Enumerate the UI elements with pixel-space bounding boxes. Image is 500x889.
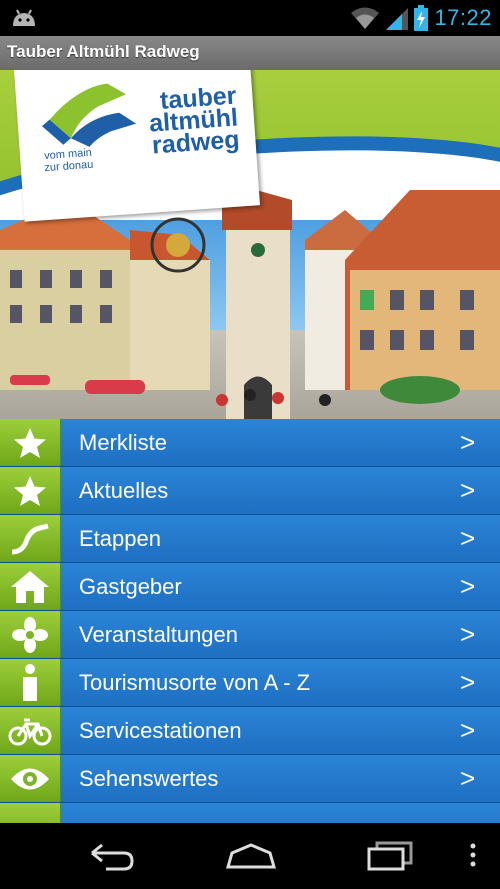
flower-icon [0,611,61,658]
menu-item-tourismusorte[interactable]: Tourismusorte von A - Z > [0,659,500,707]
menu-item-gastgeber[interactable]: Gastgeber > [0,563,500,611]
app-title-bar: Tauber Altmühl Radweg [0,36,500,71]
chevron-right-icon: > [460,475,476,505]
menu-item-partial[interactable] [0,803,500,823]
menu-item-veranstaltungen[interactable]: Veranstaltungen > [0,611,500,659]
star-icon [0,467,61,514]
android-debug-icon [13,9,35,26]
chevron-right-icon: > [460,763,476,793]
back-button[interactable] [86,841,136,871]
menu-item-label: Aktuelles [79,477,169,503]
chevron-right-icon: > [460,619,476,649]
tauber-altmuehl-radweg-logo: tauber altmühl radweg vom main zur donau [14,70,261,222]
bicycle-icon [0,707,61,754]
chevron-right-icon: > [460,667,476,697]
chevron-right-icon: > [460,523,476,553]
app-title: Tauber Altmühl Radweg [7,42,200,61]
menu-item-label: Etappen [79,525,161,551]
menu-item-label: Veranstaltungen [79,621,239,647]
wifi-icon [351,7,380,29]
star-icon [0,419,61,466]
menu-item-aktuelles[interactable]: Aktuelles > [0,467,500,515]
menu-item-label: Merkliste [79,429,168,455]
menu-item-merkliste[interactable]: Merkliste > [0,419,500,467]
chevron-right-icon: > [460,427,476,457]
signal-icon [386,8,409,30]
hero-banner-image: tauber altmühl radweg vom main zur donau [0,70,500,419]
info-icon [0,659,61,706]
home-button[interactable] [224,841,278,871]
menu-item-sehenswertes[interactable]: Sehenswertes > [0,755,500,803]
menu-item-label: Tourismusorte von A - Z [79,669,311,695]
menu-item-etappen[interactable]: Etappen > [0,515,500,563]
menu-item-servicestationen[interactable]: Servicestationen > [0,707,500,755]
status-time: 17:22 [434,5,492,30]
menu-item-label: Sehenswertes [79,765,219,791]
eye-icon [0,755,61,802]
route-icon [0,515,61,562]
main-menu: Merkliste > Aktuelles > Etappen > Gastge… [0,419,500,823]
overflow-menu-icon[interactable] [468,841,478,871]
menu-item-label: Servicestationen [79,717,242,743]
recent-apps-button[interactable] [365,841,415,871]
town-scene-illustration [0,190,500,419]
chevron-right-icon: > [460,715,476,745]
status-bar: 17:22 [0,0,500,36]
chevron-right-icon: > [460,571,476,601]
system-navigation-bar [0,823,500,889]
house-icon [0,563,61,610]
menu-item-label: Gastgeber [79,573,182,599]
battery-icon [414,5,429,31]
